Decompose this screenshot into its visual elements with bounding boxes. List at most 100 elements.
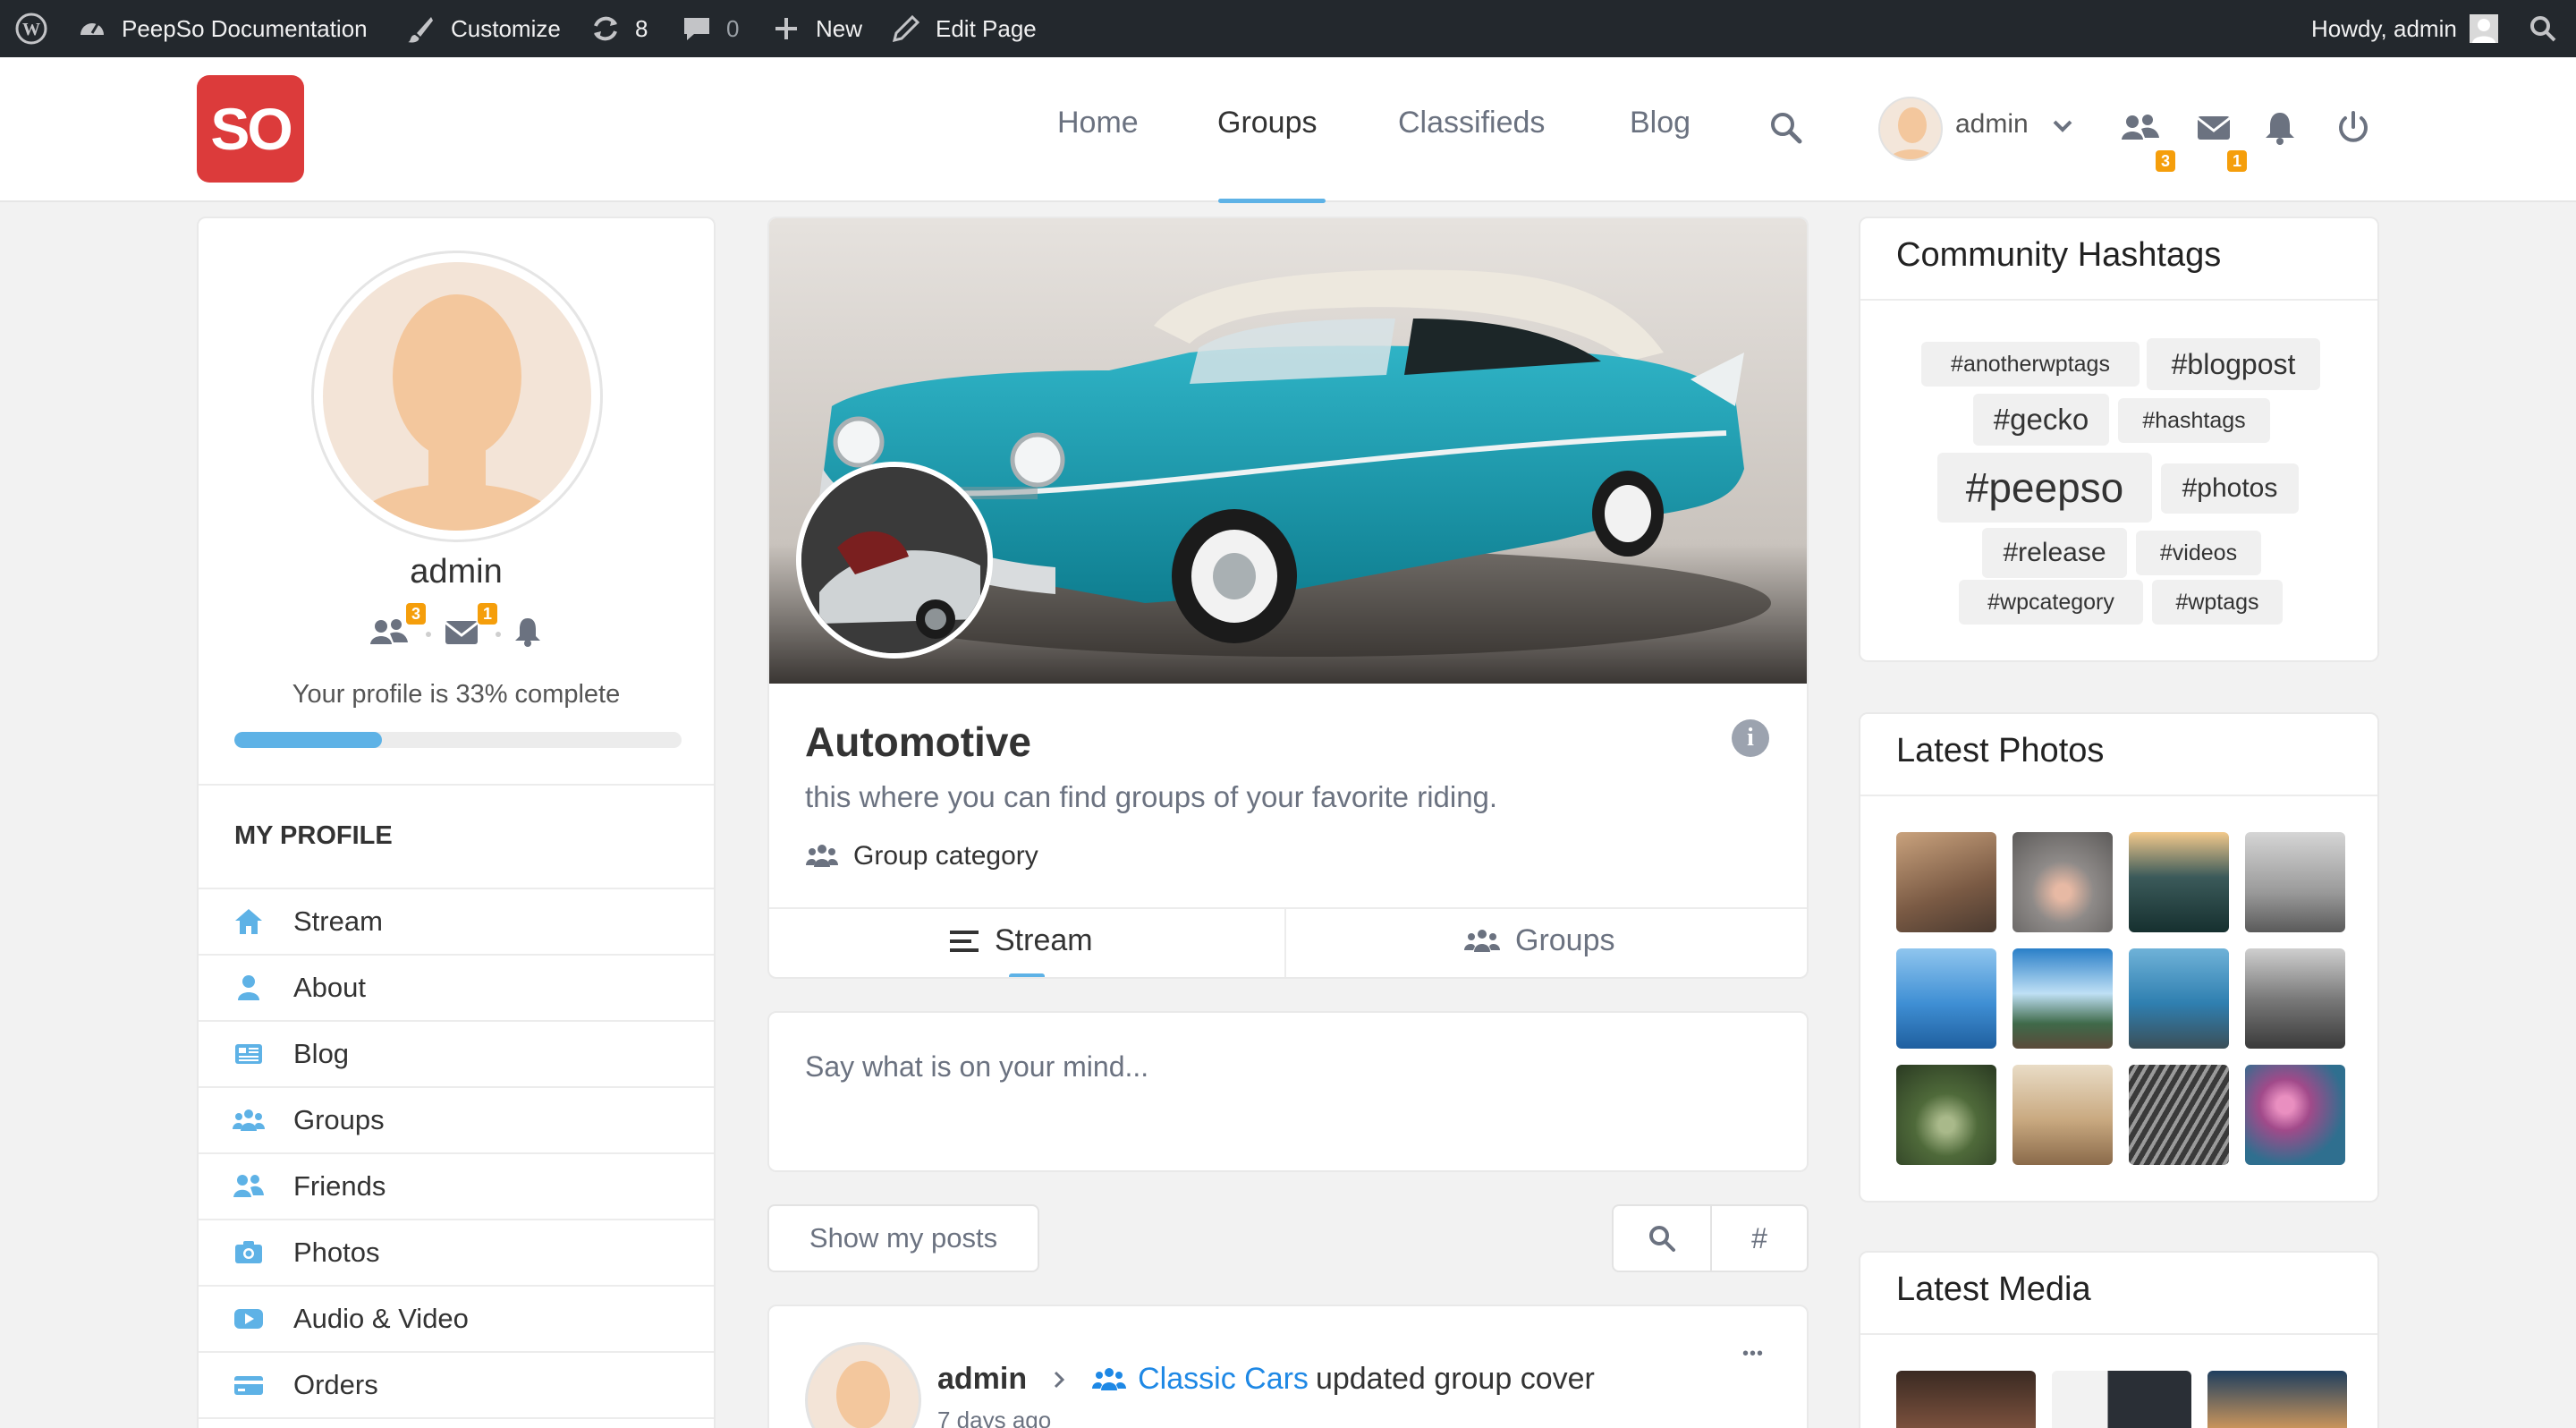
search-icon[interactable]: [2528, 0, 2558, 57]
site-name-link[interactable]: PeepSo Documentation: [77, 0, 368, 57]
photo-thumbnail[interactable]: [1896, 1065, 1996, 1165]
updates-link[interactable]: 8: [590, 0, 648, 57]
sidebar-item-stream[interactable]: Stream: [199, 888, 714, 954]
pencil-icon: [891, 13, 921, 44]
tab-stream-label: Stream: [995, 923, 1093, 957]
post-action-text: updated group cover: [1315, 1362, 1595, 1396]
groups-icon: [233, 1104, 265, 1136]
my-account-link[interactable]: Howdy, admin: [2311, 0, 2498, 57]
hashtag-hashtags[interactable]: #hashtags: [2118, 398, 2270, 443]
bell-icon[interactable]: [2261, 109, 2299, 147]
photo-thumbnail[interactable]: [2245, 948, 2345, 1049]
photo-thumbnail[interactable]: [2012, 948, 2113, 1049]
group-avatar[interactable]: [796, 462, 993, 659]
friends-icon[interactable]: [369, 616, 410, 648]
hashtag-gecko[interactable]: #gecko: [1973, 394, 2109, 446]
my-profile-heading: MY PROFILE: [234, 821, 393, 850]
photo-thumbnail[interactable]: [1896, 832, 1996, 932]
sidebar-item-label: Photos: [293, 1237, 380, 1268]
photo-thumbnail[interactable]: [2129, 832, 2229, 932]
nav-groups[interactable]: Groups: [1217, 106, 1318, 150]
tab-stream[interactable]: Stream: [950, 923, 1093, 958]
hashtag-wpcategory[interactable]: #wpcategory: [1959, 580, 2143, 625]
sidebar-item-groups[interactable]: Groups: [199, 1086, 714, 1152]
sidebar-item-orders[interactable]: Orders: [199, 1351, 714, 1417]
hashtag-photos[interactable]: #photos: [2161, 463, 2299, 514]
hashtag-filter-button[interactable]: #: [1712, 1206, 1807, 1271]
nav-blog[interactable]: Blog: [1630, 106, 1690, 150]
howdy-label: Howdy, admin: [2311, 14, 2457, 42]
sidebar-item-more[interactable]: [199, 1417, 714, 1428]
customize-link[interactable]: Customize: [406, 0, 561, 57]
hashtag-peepso[interactable]: #peepso: [1937, 453, 2152, 523]
post-group-link[interactable]: Classic Cars: [1138, 1362, 1309, 1397]
messages-icon[interactable]: [2195, 109, 2233, 147]
group-category[interactable]: Group category: [805, 841, 1038, 871]
filter-actions: #: [1612, 1204, 1809, 1272]
friends-icon[interactable]: [2120, 109, 2159, 147]
media-thumbnail[interactable]: [2207, 1371, 2347, 1428]
divider: [1860, 795, 2377, 796]
info-icon[interactable]: i: [1732, 719, 1769, 757]
edit-page-link[interactable]: Edit Page: [891, 0, 1037, 57]
sidebar-item-about[interactable]: About: [199, 954, 714, 1020]
community-hashtags-widget: Community Hashtags #anotherwptags #blogp…: [1859, 217, 2379, 662]
widget-title: Community Hashtags: [1896, 236, 2222, 274]
new-content-link[interactable]: New: [771, 0, 862, 57]
nav-home[interactable]: Home: [1057, 106, 1139, 150]
photo-thumbnail[interactable]: [2129, 1065, 2229, 1165]
bell-icon[interactable]: [512, 616, 544, 648]
messages-icon[interactable]: [444, 617, 479, 646]
site-logo[interactable]: SO: [197, 75, 304, 183]
hashtag-videos[interactable]: #videos: [2136, 531, 2261, 575]
latest-media-widget: Latest Media: [1859, 1251, 2379, 1428]
hashtag-wptags[interactable]: #wptags: [2152, 580, 2283, 625]
post-composer[interactable]: Say what is on your mind...: [767, 1011, 1809, 1172]
wordpress-logo-icon[interactable]: W: [14, 0, 48, 57]
post-timestamp[interactable]: 7 days ago: [937, 1407, 1051, 1428]
media-thumbnail[interactable]: [1896, 1371, 2036, 1428]
site-name: PeepSo Documentation: [122, 14, 368, 42]
sidebar-item-blog[interactable]: Blog: [199, 1020, 714, 1086]
dashboard-icon: [77, 13, 107, 44]
photo-thumbnail[interactable]: [1896, 948, 1996, 1049]
post-author-name[interactable]: admin: [937, 1362, 1027, 1397]
media-thumbnail[interactable]: [2052, 1371, 2191, 1428]
wp-admin-bar: W PeepSo Documentation Customize 8 0 New…: [0, 0, 2576, 57]
sidebar-item-label: Stream: [293, 905, 383, 937]
composer-placeholder[interactable]: Say what is on your mind...: [805, 1050, 1148, 1084]
group-header-card: Automotive i this where you can find gro…: [767, 217, 1809, 979]
hashtag-blogpost[interactable]: #blogpost: [2147, 338, 2320, 390]
user-icon: [233, 972, 265, 1004]
post-author-avatar[interactable]: [805, 1342, 921, 1428]
header-username[interactable]: admin: [1955, 109, 2029, 140]
sidebar-item-friends[interactable]: Friends: [199, 1152, 714, 1219]
photo-thumbnail[interactable]: [2245, 1065, 2345, 1165]
hashtag-release[interactable]: #release: [1982, 528, 2127, 578]
sidebar-item-audio-video[interactable]: Audio & Video: [199, 1285, 714, 1351]
post-options-button[interactable]: •••: [1742, 1344, 1764, 1364]
profile-avatar[interactable]: [311, 251, 603, 542]
tab-groups[interactable]: Groups: [1463, 923, 1615, 958]
photo-thumbnail[interactable]: [2129, 948, 2229, 1049]
sidebar-item-photos[interactable]: Photos: [199, 1219, 714, 1285]
hashtag-anotherwptags[interactable]: #anotherwptags: [1921, 342, 2140, 387]
photo-thumbnail[interactable]: [2245, 832, 2345, 932]
header-avatar[interactable]: [1878, 97, 1943, 161]
logout-icon[interactable]: [2334, 109, 2372, 147]
profile-name[interactable]: admin: [199, 553, 714, 591]
comments-link[interactable]: 0: [682, 0, 739, 57]
divider: [1860, 299, 2377, 301]
nav-classifieds[interactable]: Classifieds: [1398, 106, 1545, 150]
photo-thumbnail[interactable]: [2012, 832, 2113, 932]
brush-icon: [406, 13, 436, 44]
chevron-down-icon[interactable]: [2050, 113, 2075, 138]
separator-dot: [426, 632, 431, 637]
search-icon[interactable]: [1767, 109, 1805, 147]
photo-thumbnail[interactable]: [2012, 1065, 2113, 1165]
newspaper-icon: [233, 1038, 265, 1070]
edit-page-label: Edit Page: [936, 14, 1037, 42]
site-header: SO Home Groups Classifieds Blog admin 3 …: [0, 57, 2576, 203]
search-posts-button[interactable]: [1614, 1206, 1710, 1271]
show-my-posts-button[interactable]: Show my posts: [767, 1204, 1039, 1272]
